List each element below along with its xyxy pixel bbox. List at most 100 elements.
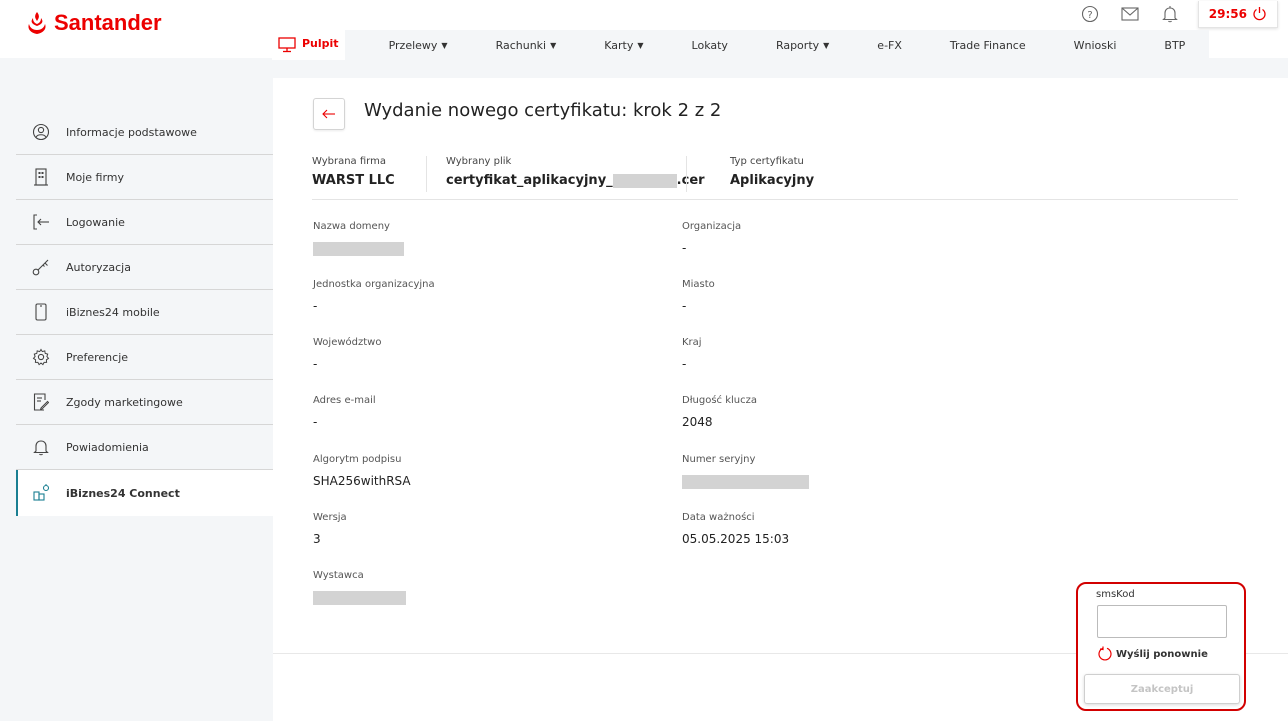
nav-item-wnioski[interactable]: Wnioski (1049, 30, 1141, 60)
power-icon[interactable] (1252, 6, 1267, 21)
sidebar-item-preferencje[interactable]: Preferencje (16, 335, 273, 380)
field-value: SHA256withRSA (313, 474, 411, 488)
sidebar-item-mobile[interactable]: iBiznes24 mobile (16, 290, 273, 335)
nav-item-efx[interactable]: e-FX (853, 30, 926, 60)
session-timer[interactable]: 29:56 (1197, 0, 1278, 28)
sidebar-item-logowanie[interactable]: Logowanie (16, 200, 273, 245)
summary-file: Wybrany plik certyfikat_aplikacyjny_ .cer (446, 156, 705, 188)
file-name-prefix: certyfikat_aplikacyjny_ (446, 173, 613, 188)
field-label: Miasto (682, 279, 715, 290)
redacted-block (313, 241, 404, 256)
page-title: Wydanie nowego certyfikatu: krok 2 z 2 (364, 100, 722, 121)
monitor-icon (278, 37, 296, 53)
field-label: Wystawca (313, 570, 364, 581)
field-value: 05.05.2025 15:03 (682, 532, 790, 546)
santander-logo[interactable]: Santander (26, 10, 162, 36)
field-voivodeship: Województwo - (313, 337, 381, 371)
nav-item-label: Lokaty (691, 38, 728, 52)
caret-down-icon: ▼ (823, 40, 830, 50)
sms-code-input[interactable] (1097, 605, 1227, 638)
santander-flame-icon (28, 12, 46, 34)
sidebar-item-autoryzacja[interactable]: Autoryzacja (16, 245, 273, 290)
resend-sms-link[interactable]: Wyślij ponownie (1097, 646, 1208, 662)
arrow-left-icon (322, 109, 335, 119)
sms-code-label: smsKod (1096, 589, 1135, 600)
field-issuer: Wystawca (313, 570, 406, 605)
field-value: - (682, 241, 687, 255)
summary-value: certyfikat_aplikacyjny_ .cer (446, 173, 705, 188)
nav-item-btp[interactable]: BTP (1140, 30, 1210, 60)
nav-item-rachunki[interactable]: Rachunki ▼ (471, 30, 581, 60)
top-header: Santander ? 29:56 Pulpit Przelewy ▼ Rachu… (0, 0, 1288, 60)
field-label: Jednostka organizacyjna (313, 279, 435, 290)
field-label: Numer seryjny (682, 454, 756, 465)
nav-item-trade-finance[interactable]: Trade Finance (925, 30, 1050, 60)
sidebar-item-informacje[interactable]: Informacje podstawowe (16, 110, 273, 155)
nav-item-lokaty[interactable]: Lokaty (667, 30, 752, 60)
nav-item-przelewy[interactable]: Przelewy ▼ (344, 30, 472, 60)
summary-company: Wybrana firma WARST LLC (312, 156, 395, 188)
key-icon (32, 258, 50, 276)
summary-type: Typ certyfikatu Aplikacyjny (730, 156, 814, 188)
field-value: - (682, 299, 687, 313)
field-value (682, 474, 809, 489)
resend-label: Wyślij ponownie (1116, 648, 1208, 660)
sidebar-item-label: Zgody marketingowe (66, 395, 183, 409)
document-pen-icon (32, 393, 50, 411)
field-value (313, 241, 404, 256)
field-organization: Organizacja - (682, 221, 741, 255)
help-icon[interactable]: ? (1070, 1, 1110, 27)
refresh-icon (1098, 646, 1112, 661)
field-label: Data ważności (682, 512, 755, 523)
field-value: - (313, 357, 318, 371)
nav-item-label: BTP (1164, 38, 1186, 52)
nav-item-pulpit[interactable]: Pulpit (272, 30, 345, 60)
sidebar-item-moje-firmy[interactable]: Moje firmy (16, 155, 273, 200)
redacted-block (313, 590, 406, 605)
caret-down-icon: ▼ (441, 40, 448, 50)
summary-value: Aplikacyjny (730, 173, 815, 188)
summary-label: Typ certyfikatu (730, 156, 804, 167)
connect-icon (32, 484, 50, 502)
field-city: Miasto - (682, 279, 715, 313)
sms-confirmation-panel: smsKod Wyślij ponownie Zaakceptuj (1076, 582, 1246, 711)
caret-down-icon: ▼ (637, 40, 644, 50)
bell-icon[interactable] (1150, 1, 1190, 27)
nav-item-label: Trade Finance (949, 38, 1026, 52)
settings-sidebar: Informacje podstawowe Moje firmy Logowan… (16, 110, 273, 516)
field-label: Algorytm podpisu (313, 454, 402, 465)
mail-icon[interactable] (1110, 1, 1150, 27)
sidebar-item-label: Moje firmy (66, 170, 125, 184)
field-algorithm: Algorytm podpisu SHA256withRSA (313, 454, 411, 488)
field-label: Województwo (313, 337, 382, 348)
redacted-block (682, 474, 809, 489)
building-icon (32, 168, 50, 186)
phone-icon (32, 303, 50, 321)
file-name-suffix: .cer (676, 173, 705, 188)
field-label: Adres e-mail (313, 395, 376, 406)
gear-icon (32, 348, 50, 366)
nav-item-label: Karty (604, 38, 634, 52)
nav-item-karty[interactable]: Karty ▼ (580, 30, 668, 60)
field-label: Długość klucza (682, 395, 758, 406)
sidebar-item-label: Autoryzacja (66, 260, 131, 274)
field-serial: Numer seryjny (682, 454, 809, 489)
redacted-block (612, 173, 677, 188)
accept-button[interactable]: Zaakceptuj (1084, 674, 1240, 704)
nav-item-raporty[interactable]: Raporty ▼ (751, 30, 854, 60)
certificate-summary: Wybrana firma WARST LLC Wybrany plik cer… (312, 156, 1238, 200)
field-expiry: Data ważności 05.05.2025 15:03 (682, 512, 789, 546)
sidebar-item-label: Informacje podstawowe (66, 125, 197, 139)
login-icon (32, 213, 50, 231)
field-label: Wersja (313, 512, 347, 523)
sidebar-item-connect[interactable]: iBiznes24 Connect (16, 470, 273, 516)
field-label: Kraj (682, 337, 702, 348)
nav-item-label: Pulpit (302, 37, 339, 50)
back-button[interactable] (313, 98, 345, 130)
sidebar-item-zgody[interactable]: Zgody marketingowe (16, 380, 273, 425)
field-label: Nazwa domeny (313, 221, 390, 232)
nav-item-label: Raporty (775, 38, 820, 52)
field-value (313, 590, 406, 605)
sidebar-item-powiadomienia[interactable]: Powiadomienia (16, 425, 273, 470)
summary-label: Wybrany plik (446, 156, 512, 167)
